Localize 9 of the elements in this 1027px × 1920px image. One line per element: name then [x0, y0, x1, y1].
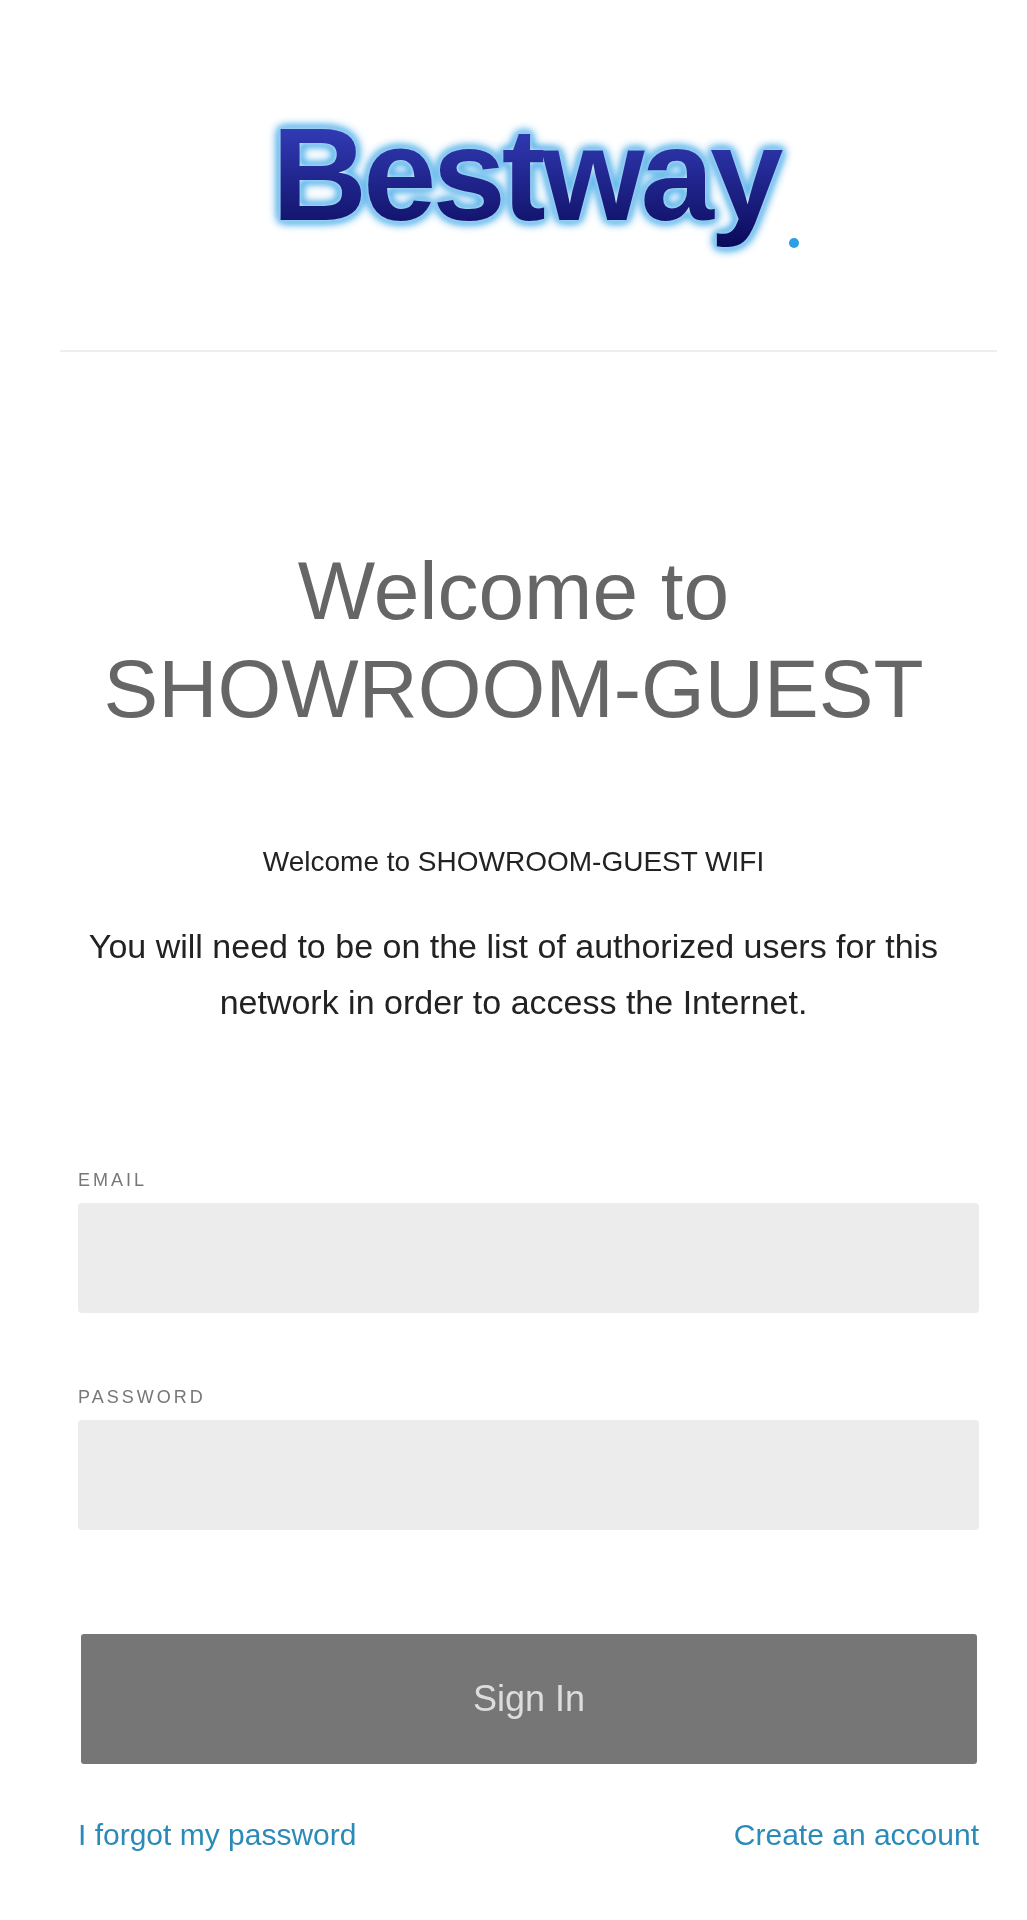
subtitle: Welcome to SHOWROOM-GUEST WIFI	[261, 846, 766, 878]
logo-dot-icon	[789, 237, 800, 248]
access-message: You will need to be on the list of authorized users for this network in order to access the Internet.	[87, 926, 940, 1023]
link[interactable]: Create an account	[733, 1818, 979, 1852]
field-label: PASSWORD	[78, 1387, 207, 1408]
welcome-heading: Welcome to	[297, 544, 730, 638]
welcome-heading: SHOWROOM-GUEST	[103, 642, 924, 736]
link[interactable]: I forgot my password	[78, 1818, 357, 1852]
field-label: EMAIL	[78, 1170, 149, 1191]
